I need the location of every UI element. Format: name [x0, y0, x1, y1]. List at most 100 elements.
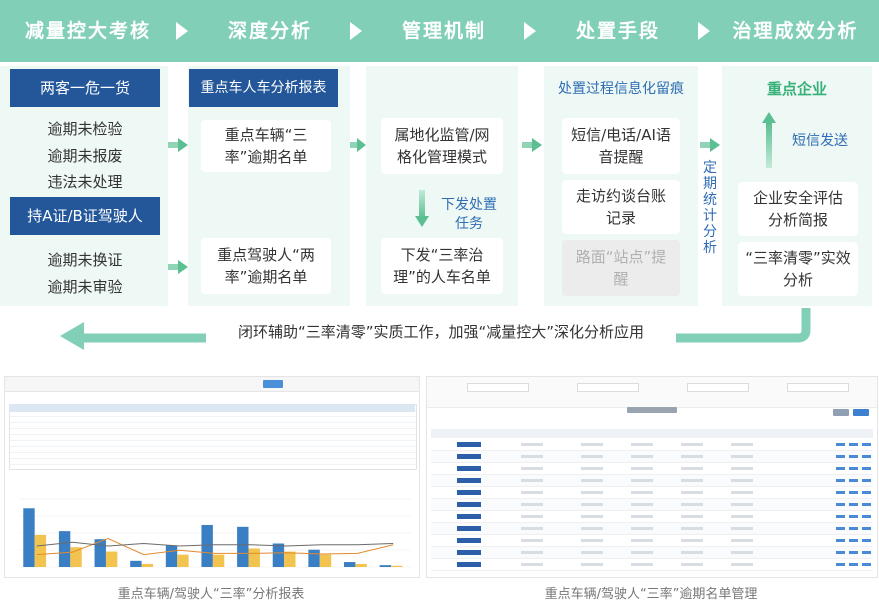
chart-bar-s2-7: [248, 548, 260, 567]
row-action-link[interactable]: [836, 443, 845, 446]
report-query-button[interactable]: [263, 380, 283, 388]
row-action-link[interactable]: [836, 479, 845, 482]
cell-placeholder: [631, 467, 653, 470]
row-action-link[interactable]: [836, 515, 845, 518]
row-action-link[interactable]: [836, 551, 845, 554]
table-row[interactable]: [431, 523, 873, 535]
cell-placeholder: [581, 467, 603, 470]
row-action-link[interactable]: [862, 515, 871, 518]
row-action-link[interactable]: [862, 551, 871, 554]
cell-placeholder: [631, 551, 653, 554]
cell-placeholder: [521, 563, 543, 566]
row-action-link[interactable]: [849, 563, 858, 566]
header-4: 处置手段: [575, 20, 660, 42]
cell-placeholder: [731, 563, 753, 566]
plate-badge: [457, 454, 481, 459]
chart-bar-s1-7: [237, 526, 249, 567]
report-screenshot: [4, 376, 420, 578]
row-action-link[interactable]: [862, 527, 871, 530]
cell-placeholder: [521, 515, 543, 518]
chart-bar-s2-11: [391, 565, 403, 567]
table-row[interactable]: [431, 535, 873, 547]
cell-placeholder: [521, 467, 543, 470]
reset-button[interactable]: [833, 409, 849, 416]
row-action-link[interactable]: [836, 527, 845, 530]
table-row[interactable]: [431, 547, 873, 559]
row-action-link[interactable]: [849, 515, 858, 518]
table-row[interactable]: [431, 511, 873, 523]
row-action-link[interactable]: [849, 479, 858, 482]
card-issue-list: 下发“三率治理”的人车名单: [381, 238, 503, 294]
table-row[interactable]: [431, 439, 873, 451]
row-action-link[interactable]: [862, 443, 871, 446]
row-action-link[interactable]: [862, 539, 871, 542]
card-driver-overdue: 重点驾驶人“两率”逾期名单: [201, 238, 331, 294]
cell-placeholder: [681, 443, 703, 446]
table-row[interactable]: [431, 499, 873, 511]
table-row[interactable]: [431, 487, 873, 499]
cell-placeholder: [681, 515, 703, 518]
table-row[interactable]: [431, 559, 873, 571]
filter-input-1[interactable]: [467, 383, 529, 392]
cell-placeholder: [631, 527, 653, 530]
row-action-link[interactable]: [836, 539, 845, 542]
header-3: 管理机制: [401, 20, 486, 42]
row-action-link[interactable]: [849, 551, 858, 554]
cell-placeholder: [581, 527, 603, 530]
row-action-link[interactable]: [862, 563, 871, 566]
cell-placeholder: [631, 515, 653, 518]
cell-placeholder: [581, 563, 603, 566]
collapse-toggle[interactable]: [627, 407, 677, 413]
row-action-link[interactable]: [862, 455, 871, 458]
row-action-link[interactable]: [849, 527, 858, 530]
table-row[interactable]: [431, 463, 873, 475]
row-action-link[interactable]: [862, 503, 871, 506]
table-row[interactable]: [431, 475, 873, 487]
row-action-link[interactable]: [862, 491, 871, 494]
row-action-link[interactable]: [849, 467, 858, 470]
cell-placeholder: [581, 443, 603, 446]
row-action-link[interactable]: [836, 563, 845, 566]
row-action-link[interactable]: [836, 503, 845, 506]
list-table-body: [431, 439, 873, 571]
search-button[interactable]: [853, 409, 869, 416]
filter-input-3[interactable]: [687, 383, 749, 392]
report-chart: [19, 498, 411, 568]
chart-bar-s2-4: [141, 563, 153, 567]
chart-bar-s1-6: [201, 524, 213, 567]
cell-placeholder: [681, 455, 703, 458]
row-action-link[interactable]: [849, 443, 858, 446]
label-dispatch-task: 下发处置任务: [441, 197, 497, 232]
cell-placeholder: [631, 503, 653, 506]
card-vehicle-overdue: 重点车辆“三率”逾期名单: [201, 120, 331, 172]
right-arrow-1: [168, 138, 188, 152]
cell-placeholder: [581, 503, 603, 506]
filter-input-2[interactable]: [577, 383, 639, 392]
cell-placeholder: [631, 443, 653, 446]
row-action-link[interactable]: [836, 467, 845, 470]
cell-placeholder: [581, 515, 603, 518]
plate-badge: [457, 478, 481, 483]
cell-placeholder: [731, 503, 753, 506]
row-action-link[interactable]: [836, 455, 845, 458]
row-action-link[interactable]: [862, 479, 871, 482]
up-arrow: [762, 112, 776, 168]
header-1: 减量控大考核: [24, 20, 151, 42]
row-action-link[interactable]: [836, 491, 845, 494]
row-action-link[interactable]: [849, 491, 858, 494]
chart-bar-s1-10: [344, 562, 356, 567]
row-action-link[interactable]: [849, 539, 858, 542]
label-sms-send: 短信发送: [792, 133, 848, 149]
right-arrow-2: [168, 260, 188, 274]
table-row[interactable]: [431, 451, 873, 463]
row-action-link[interactable]: [862, 467, 871, 470]
row-action-link[interactable]: [849, 503, 858, 506]
row-action-link[interactable]: [849, 455, 858, 458]
cell-placeholder: [731, 551, 753, 554]
cell-placeholder: [681, 503, 703, 506]
filter-input-4[interactable]: [787, 383, 849, 392]
box-two-passenger: 两客一危一货: [10, 69, 160, 107]
chart-bar-s2-5: [177, 554, 189, 567]
chart-bar-s1-4: [130, 560, 142, 567]
plate-badge: [457, 466, 481, 471]
